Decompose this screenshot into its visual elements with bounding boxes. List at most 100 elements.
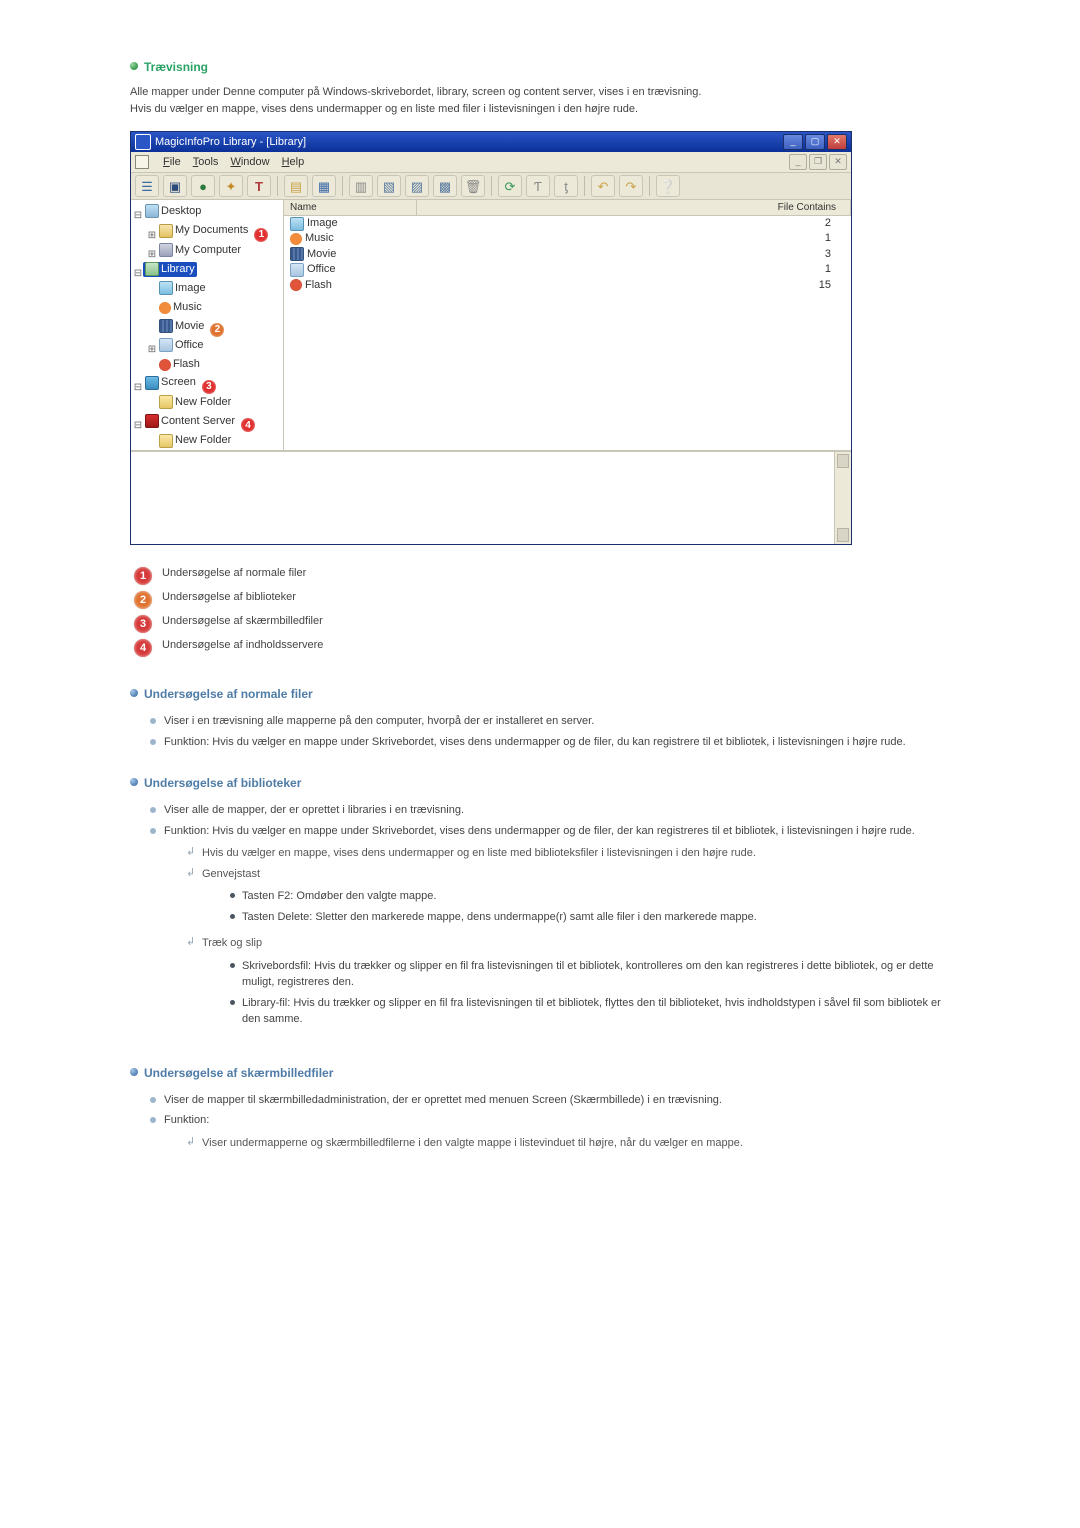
menubar: File Tools Window Help _ ❐ ✕ <box>131 152 851 173</box>
toolbar-separator <box>491 176 492 196</box>
arrow-text: Træk og slip <box>202 937 262 949</box>
tree-my-documents[interactable]: My Documents <box>157 223 250 238</box>
layer1-icon[interactable]: ▧ <box>377 175 401 197</box>
document-icon <box>135 155 149 169</box>
list-row[interactable]: Flash 15 <box>284 278 851 293</box>
tree-my-computer[interactable]: My Computer <box>157 243 243 258</box>
bullet-text: Funktion: Hvis du vælger en mappe under … <box>164 825 915 837</box>
toolbar-separator <box>342 176 343 196</box>
close-button[interactable]: ✕ <box>827 134 847 150</box>
undo-icon[interactable]: ↶ <box>591 175 615 197</box>
tree-office[interactable]: Office <box>157 338 206 353</box>
server-icon <box>145 414 159 428</box>
subsection-normal-title: Undersøgelse af normale filer <box>130 687 950 701</box>
bullet-item: Funktion: Viser undermapperne og skærmbi… <box>150 1110 950 1159</box>
monitor-icon[interactable]: ▣ <box>163 175 187 197</box>
list-count: 2 <box>410 216 845 231</box>
mdi-restore-button[interactable]: ❐ <box>809 154 827 170</box>
tree-screen[interactable]: Screen <box>143 375 198 390</box>
arrow-item: Genvejstast Tasten F2: Omdøber den valgt… <box>186 864 950 934</box>
tree-music[interactable]: Music <box>157 300 204 315</box>
menu-tools[interactable]: Tools <box>193 156 219 168</box>
arrow-item: Hvis du vælger en mappe, vises dens unde… <box>186 843 950 864</box>
log-pane <box>131 450 851 544</box>
help-icon[interactable]: ❔ <box>656 175 680 197</box>
tree-root: ⊟Desktop ⊞My Documents1 ⊞My Computer ⊟Li… <box>133 204 281 450</box>
col-file-contains[interactable]: File Contains <box>417 200 851 215</box>
tree-image[interactable]: Image <box>157 281 208 296</box>
redo-icon[interactable]: ↷ <box>619 175 643 197</box>
tree-label: Content Server <box>161 414 235 429</box>
screen-icon <box>145 376 159 390</box>
list-row[interactable]: Image2 <box>284 216 851 231</box>
desktop-icon <box>145 204 159 218</box>
badge-3: 3 <box>202 380 216 394</box>
list-row[interactable]: Movie3 <box>284 247 851 262</box>
tree-label: Image <box>175 281 206 296</box>
menu-file[interactable]: File <box>163 156 181 168</box>
dot-item: Skrivebordsfil: Hvis du trækker og slipp… <box>230 956 950 993</box>
legend-num-3: 3 <box>134 615 152 633</box>
page-icon[interactable]: ▥ <box>349 175 373 197</box>
tree-movie[interactable]: Movie <box>157 319 206 334</box>
tree-label: Library <box>161 262 195 277</box>
maximize-button[interactable]: ▢ <box>805 134 825 150</box>
list-row[interactable]: Music1 <box>284 231 851 246</box>
trash-icon[interactable]: 🗑 <box>461 175 485 197</box>
tree-label: My Computer <box>175 243 241 258</box>
list-row[interactable]: Office1 <box>284 262 851 277</box>
mdi-close-button[interactable]: ✕ <box>829 154 847 170</box>
tree-flash[interactable]: Flash <box>157 357 202 372</box>
badge-4: 4 <box>241 418 255 432</box>
col-name[interactable]: Name <box>284 200 417 215</box>
layer3-icon[interactable]: ▩ <box>433 175 457 197</box>
tree-library[interactable]: Library <box>143 262 197 277</box>
library-icon <box>145 262 159 276</box>
image-icon <box>159 281 173 295</box>
arrow-item: Træk og slip Skrivebordsfil: Hvis du træ… <box>186 933 950 1036</box>
titlebar: MagicInfoPro Library - [Library] _ ▢ ✕ <box>131 132 851 152</box>
mdi-minimize-button[interactable]: _ <box>789 154 807 170</box>
globe-icon[interactable]: ● <box>191 175 215 197</box>
tree-desktop[interactable]: Desktop <box>143 204 203 219</box>
layer2-icon[interactable]: ▨ <box>405 175 429 197</box>
computer-icon <box>159 243 173 257</box>
legend-text: Undersøgelse af indholdsservere <box>162 639 323 651</box>
intro-line-1: Alle mapper under Denne computer på Wind… <box>130 86 701 98</box>
tree-label: Music <box>173 300 202 315</box>
tree-label: Desktop <box>161 204 201 219</box>
list-count: 15 <box>410 278 845 293</box>
puzzle-icon[interactable]: ✦ <box>219 175 243 197</box>
minimize-button[interactable]: _ <box>783 134 803 150</box>
list-name: Office <box>307 262 336 277</box>
text-down-icon[interactable]: ƫ <box>554 175 578 197</box>
text-icon[interactable]: T <box>247 175 271 197</box>
tree-icon[interactable]: ☰ <box>135 175 159 197</box>
list-header: Name File Contains <box>284 200 851 216</box>
menu-window[interactable]: Window <box>230 156 269 168</box>
bullet-item: Viser i en trævisning alle mapperne på d… <box>150 711 950 732</box>
text-up-icon[interactable]: Ƭ <box>526 175 550 197</box>
list-name: Flash <box>305 278 332 293</box>
toolbar-separator <box>277 176 278 196</box>
tree-pane: ⊟Desktop ⊞My Documents1 ⊞My Computer ⊟Li… <box>131 200 284 450</box>
save-icon[interactable]: ▦ <box>312 175 336 197</box>
folder-icon <box>159 395 173 409</box>
bullet-text: Funktion: <box>164 1114 209 1126</box>
scrollbar[interactable] <box>834 452 851 544</box>
tree-label: New Folder <box>175 433 231 448</box>
tree-content-server[interactable]: Content Server <box>143 414 237 429</box>
bullet-item: Viser de mapper til skærmbilledadministr… <box>150 1090 950 1111</box>
tree-server-newfolder[interactable]: New Folder <box>157 433 233 448</box>
list-name: Movie <box>307 247 336 262</box>
bullet-list: Viser i en trævisning alle mapperne på d… <box>150 711 950 752</box>
tree-screen-newfolder[interactable]: New Folder <box>157 395 233 410</box>
folder-open-icon[interactable]: ▤ <box>284 175 308 197</box>
flash-icon <box>290 279 302 291</box>
badge-1: 1 <box>254 228 268 242</box>
menu-help[interactable]: Help <box>282 156 305 168</box>
tree-label: Screen <box>161 375 196 390</box>
office-icon <box>159 338 173 352</box>
bullet-list: Viser alle de mapper, der er oprettet i … <box>150 800 950 1042</box>
refresh-icon[interactable]: ⟳ <box>498 175 522 197</box>
